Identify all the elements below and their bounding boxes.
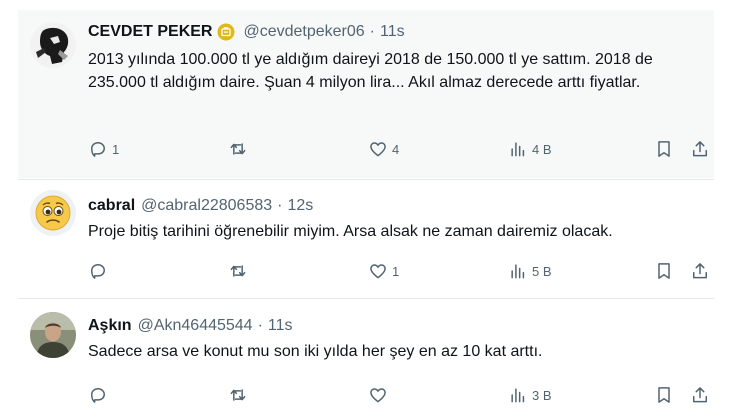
- views-chart-icon: [511, 388, 525, 403]
- avatar-image: [30, 22, 76, 68]
- verified-gold-badge-icon[interactable]: [217, 23, 235, 41]
- heart-icon: [370, 142, 386, 157]
- heart-icon: [370, 264, 386, 279]
- reply-button[interactable]: 1: [88, 138, 119, 160]
- timestamp[interactable]: 11s: [268, 316, 293, 336]
- retweet-icon: [230, 143, 246, 155]
- share-icon: [693, 263, 707, 279]
- author-name[interactable]: CEVDET PEKER: [88, 22, 212, 42]
- timestamp[interactable]: 12s: [287, 196, 313, 216]
- tweet-askin[interactable]: Aşkın @Akn46445544 · 11s Sadece arsa ve …: [18, 302, 714, 420]
- bookmark-button[interactable]: [654, 138, 674, 160]
- retweet-icon: [230, 265, 246, 277]
- share-button[interactable]: [690, 384, 710, 406]
- views-button[interactable]: 3 B: [508, 384, 552, 406]
- divider: [18, 298, 714, 299]
- action-bar: 3 B: [88, 384, 707, 406]
- author-handle[interactable]: @cevdetpeker06: [243, 22, 364, 42]
- avatar-photo: [30, 312, 76, 358]
- bookmark-button[interactable]: [654, 260, 674, 282]
- avatar[interactable]: [30, 312, 76, 358]
- reply-button[interactable]: [88, 260, 112, 282]
- views-chart-icon: [511, 142, 525, 157]
- like-count: 4: [392, 141, 400, 157]
- views-count: 3 B: [532, 387, 552, 403]
- reply-button[interactable]: [88, 384, 112, 406]
- bookmark-icon: [658, 141, 670, 157]
- retweet-button[interactable]: [228, 384, 248, 406]
- like-count: 1: [392, 263, 400, 279]
- tweet-text: Sadece arsa ve konut mu son iki yılda he…: [88, 343, 543, 360]
- share-button[interactable]: [690, 260, 710, 282]
- bookmark-button[interactable]: [654, 384, 674, 406]
- share-icon: [693, 387, 707, 403]
- action-bar: 1 4 4 B: [88, 138, 707, 160]
- author-name[interactable]: cabral: [88, 196, 135, 216]
- author-handle[interactable]: @Akn46445544: [138, 316, 253, 336]
- retweet-icon: [230, 389, 246, 401]
- separator-dot: ·: [257, 317, 263, 334]
- separator-dot: ·: [369, 23, 375, 40]
- avatar[interactable]: [30, 22, 76, 68]
- like-button[interactable]: [368, 384, 392, 406]
- views-count: 5 B: [532, 263, 552, 279]
- worried-face-emoji-icon: [30, 190, 76, 236]
- like-button[interactable]: 1: [368, 260, 399, 282]
- views-button[interactable]: 4 B: [508, 138, 552, 160]
- reply-icon: [91, 142, 105, 157]
- views-button[interactable]: 5 B: [508, 260, 552, 282]
- separator-dot: ·: [277, 197, 283, 214]
- share-button[interactable]: [690, 138, 710, 160]
- heart-icon: [370, 388, 386, 403]
- share-icon: [693, 141, 707, 157]
- bookmark-icon: [658, 387, 670, 403]
- like-button[interactable]: 4: [368, 138, 399, 160]
- author-handle[interactable]: @cabral22806583: [141, 196, 272, 216]
- views-chart-icon: [511, 264, 525, 279]
- timestamp[interactable]: 11s: [380, 22, 405, 42]
- author-name[interactable]: Aşkın: [88, 316, 132, 336]
- tweet-cabral[interactable]: cabral @cabral22806583 · 12s Proje bitiş…: [18, 180, 714, 296]
- bookmark-icon: [658, 263, 670, 279]
- retweet-button[interactable]: [228, 260, 248, 282]
- views-count: 4 B: [532, 141, 552, 157]
- tweet-cevdet-peker[interactable]: CEVDET PEKER @cevdetpeker06 · 11s 2013 y…: [18, 10, 714, 178]
- tweet-text: Proje bitiş tarihini öğrenebilir miyim. …: [88, 223, 613, 240]
- tweet-text: 2013 yılında 100.000 tl ye aldığım daire…: [88, 51, 653, 91]
- reply-icon: [91, 388, 105, 403]
- reply-count: 1: [112, 141, 120, 157]
- reply-icon: [91, 264, 105, 279]
- action-bar: 1 5 B: [88, 260, 707, 282]
- retweet-button[interactable]: [228, 138, 248, 160]
- avatar[interactable]: [30, 190, 76, 236]
